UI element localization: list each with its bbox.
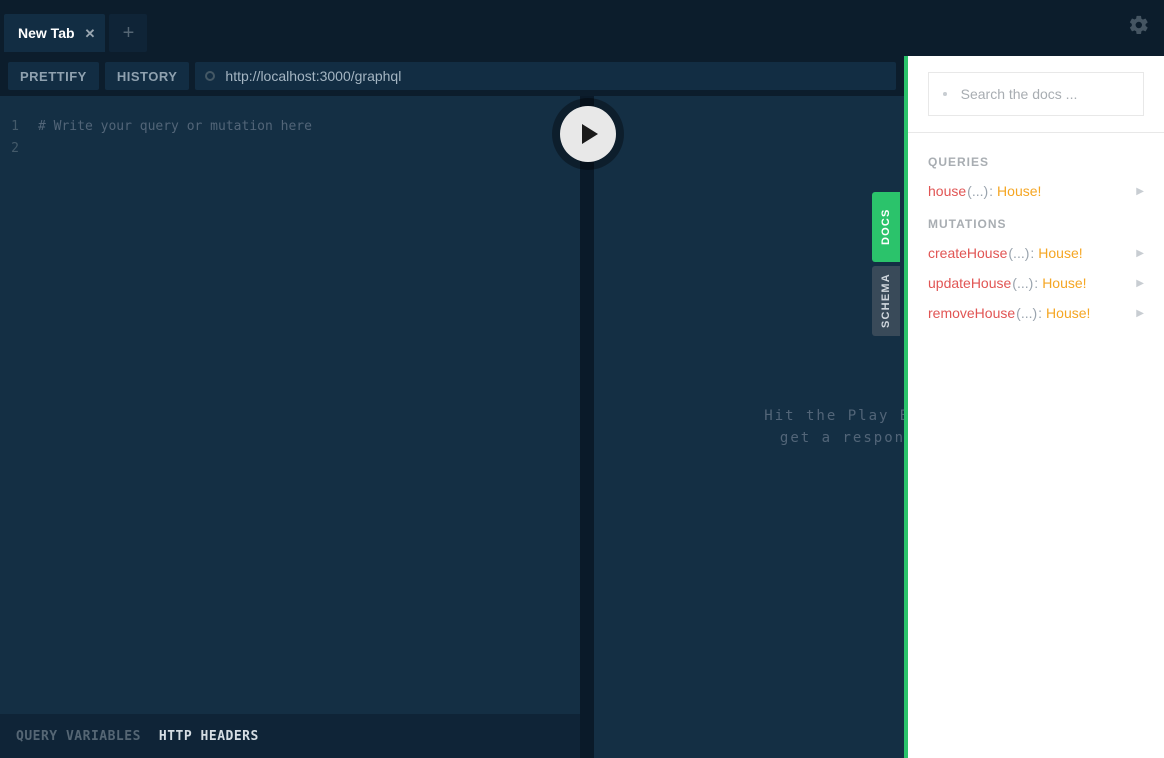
tabbar: New Tab ✕ + (0, 0, 1164, 56)
chevron-right-icon: ▶ (1136, 186, 1144, 197)
field-type: House! (997, 183, 1041, 199)
tab-query-variables[interactable]: QUERY VARIABLES (16, 729, 141, 744)
docs-section-queries: QUERIES house(...): House! ▶ (928, 155, 1144, 199)
field-name: createHouse (928, 245, 1007, 261)
docs-item-removehouse[interactable]: removeHouse(...): House! ▶ (928, 305, 1144, 321)
docs-search[interactable] (928, 72, 1144, 116)
colon: : (1034, 275, 1038, 291)
docs-search-input[interactable] (961, 86, 1129, 102)
close-icon[interactable]: ✕ (85, 27, 96, 40)
field-type: House! (1038, 245, 1082, 261)
docs-item-updatehouse[interactable]: updateHouse(...): House! ▶ (928, 275, 1144, 291)
sidetab-schema[interactable]: SCHEMA (872, 266, 900, 336)
add-tab-button[interactable]: + (109, 14, 147, 52)
chevron-right-icon: ▶ (1136, 278, 1144, 289)
history-button[interactable]: HISTORY (105, 62, 190, 90)
endpoint-bar[interactable] (195, 62, 896, 90)
field-args: (...) (1008, 245, 1029, 261)
status-dot-icon (205, 71, 215, 81)
field-type: House! (1042, 275, 1086, 291)
docs-body: QUERIES house(...): House! ▶ MUTATIONS c… (908, 133, 1164, 361)
prettify-button[interactable]: PRETTIFY (8, 62, 99, 90)
colon: : (989, 183, 993, 199)
field-args: (...) (1012, 275, 1033, 291)
colon: : (1038, 305, 1042, 321)
line-number: 2 (0, 138, 30, 160)
docs-item-house[interactable]: house(...): House! ▶ (928, 183, 1144, 199)
field-args: (...) (1016, 305, 1037, 321)
line-number: 1 (0, 116, 30, 138)
docs-section-mutations: MUTATIONS createHouse(...): House! ▶ upd… (928, 217, 1144, 321)
section-title: MUTATIONS (928, 217, 1144, 231)
play-icon (580, 123, 600, 145)
tab-http-headers[interactable]: HTTP HEADERS (159, 729, 259, 744)
tab-new[interactable]: New Tab ✕ (4, 14, 105, 52)
pane-divider[interactable] (580, 96, 594, 758)
docs-item-createhouse[interactable]: createHouse(...): House! ▶ (928, 245, 1144, 261)
endpoint-input[interactable] (225, 68, 886, 84)
field-name: house (928, 183, 966, 199)
editor-placeholder: # Write your query or mutation here (38, 116, 580, 138)
field-type: House! (1046, 305, 1090, 321)
query-editor[interactable]: 1 2 # Write your query or mutation here … (0, 96, 580, 758)
play-button[interactable] (560, 106, 616, 162)
colon: : (1030, 245, 1034, 261)
sidetab-docs[interactable]: DOCS (872, 192, 900, 262)
chevron-right-icon: ▶ (1136, 308, 1144, 319)
gear-icon[interactable] (1128, 14, 1150, 41)
field-args: (...) (967, 183, 988, 199)
line-gutter: 1 2 (0, 116, 30, 160)
field-name: updateHouse (928, 275, 1011, 291)
search-dot-icon (943, 92, 947, 96)
docs-panel: QUERIES house(...): House! ▶ MUTATIONS c… (904, 56, 1164, 758)
chevron-right-icon: ▶ (1136, 248, 1144, 259)
plus-icon: + (123, 22, 135, 45)
tab-title: New Tab (18, 25, 75, 41)
bottom-tabs: QUERY VARIABLES HTTP HEADERS (0, 714, 580, 758)
field-name: removeHouse (928, 305, 1015, 321)
section-title: QUERIES (928, 155, 1144, 169)
